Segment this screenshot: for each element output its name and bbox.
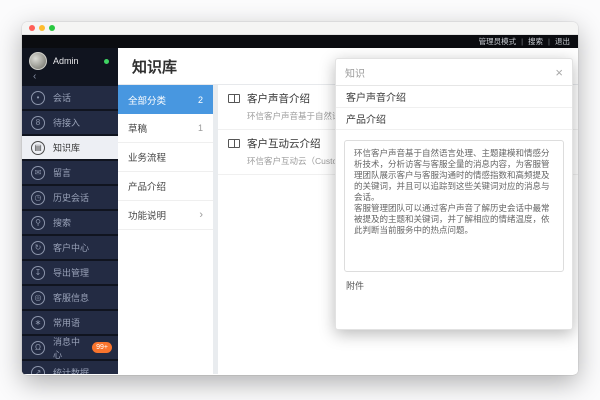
category-label: 功能说明 bbox=[128, 208, 166, 222]
statistics-trend-icon: ↗ bbox=[31, 366, 45, 375]
knowledge-book-icon: ▤ bbox=[31, 141, 45, 155]
category-feature-description[interactable]: 功能说明 › bbox=[118, 201, 213, 230]
sidebar-item-customer-center[interactable]: ↻ 客户中心 bbox=[22, 236, 118, 259]
sidebar-item-notification-center[interactable]: Ω 消息中心 99+ bbox=[22, 336, 118, 359]
category-product-intro[interactable]: 产品介绍 bbox=[118, 172, 213, 201]
sidebar-item-export-management[interactable]: ↧ 导出管理 bbox=[22, 261, 118, 284]
message-mail-icon: ✉ bbox=[31, 166, 45, 180]
sidebar-item-search[interactable]: ⚲ 搜索 bbox=[22, 211, 118, 234]
zoom-window-button[interactable] bbox=[49, 25, 55, 31]
category-column: 全部分类 2 草稿 1 业务流程 产品介绍 bbox=[118, 85, 213, 374]
profile-section: Admin ‹ bbox=[22, 48, 118, 84]
book-icon bbox=[228, 94, 240, 103]
search-link[interactable]: 搜索 bbox=[528, 36, 543, 47]
modal-result-customer-voice[interactable]: 客户声音介绍 bbox=[336, 86, 572, 108]
article-paragraph: 环信客户声音基于自然语言处理、主题建模和情感分析技术，分析访客与客服全量的消息内… bbox=[354, 148, 554, 203]
queue-person-icon: 8 bbox=[31, 116, 45, 130]
online-status-dot bbox=[104, 59, 109, 64]
notification-bell-icon: Ω bbox=[31, 341, 45, 355]
sidebar-item-label: 搜索 bbox=[53, 216, 71, 229]
sidebar-item-statistics[interactable]: ↗ 统计数据 bbox=[22, 361, 118, 374]
knowledge-search-modal: × 客户声音介绍 产品介绍 环信客户声音基于自然语言处理、主题建模和情感分析技术… bbox=[335, 58, 573, 330]
category-drafts[interactable]: 草稿 1 bbox=[118, 114, 213, 143]
username-label: Admin bbox=[53, 56, 79, 66]
export-download-icon: ↧ bbox=[31, 266, 45, 280]
topbar-separator: | bbox=[548, 37, 550, 46]
category-count: 2 bbox=[198, 95, 203, 105]
sidebar-item-label: 知识库 bbox=[53, 141, 80, 154]
sidebar-item-quick-replies[interactable]: ∗ 常用语 bbox=[22, 311, 118, 334]
chevron-right-icon: › bbox=[199, 210, 203, 221]
sidebar-item-label: 统计数据 bbox=[53, 366, 89, 374]
sidebar: Admin ‹ • 会话 8 待接入 ▤ bbox=[22, 48, 118, 374]
category-label: 产品介绍 bbox=[128, 179, 166, 193]
sidebar-item-label: 待接入 bbox=[53, 116, 80, 129]
article-body-box: 环信客户声音基于自然语言处理、主题建模和情感分析技术，分析访客与客服全量的消息内… bbox=[344, 140, 564, 272]
close-window-button[interactable] bbox=[29, 25, 35, 31]
app-window: 管理员模式 | 搜索 | 退出 Admin ‹ • bbox=[22, 22, 578, 375]
customer-center-icon: ↻ bbox=[31, 241, 45, 255]
sidebar-item-sessions[interactable]: • 会话 bbox=[22, 86, 118, 109]
attachment-label: 附件 bbox=[346, 279, 572, 292]
minimize-window-button[interactable] bbox=[39, 25, 45, 31]
desktop-background: 管理员模式 | 搜索 | 退出 Admin ‹ • bbox=[0, 0, 600, 400]
sidebar-item-label: 会话 bbox=[53, 91, 71, 104]
sidebar-item-agent-info[interactable]: ◎ 客服信息 bbox=[22, 286, 118, 309]
sidebar-item-queue[interactable]: 8 待接入 bbox=[22, 111, 118, 134]
modal-result-product-intro[interactable]: 产品介绍 bbox=[336, 108, 572, 130]
result-label: 产品介绍 bbox=[346, 111, 386, 126]
quick-reply-asterisk-icon: ∗ bbox=[31, 316, 45, 330]
sidebar-item-label: 常用语 bbox=[53, 316, 80, 329]
result-label: 客户声音介绍 bbox=[346, 89, 406, 104]
page-title: 知识库 bbox=[132, 56, 177, 77]
category-label: 草稿 bbox=[128, 121, 147, 135]
knowledge-search-input[interactable] bbox=[345, 67, 555, 78]
sidebar-item-history-sessions[interactable]: ◷ 历史会话 bbox=[22, 186, 118, 209]
modal-header: × bbox=[336, 59, 572, 86]
search-magnifier-icon: ⚲ bbox=[31, 216, 45, 230]
sidebar-item-messages[interactable]: ✉ 留言 bbox=[22, 161, 118, 184]
unread-count-badge: 99+ bbox=[92, 342, 112, 353]
macos-titlebar bbox=[22, 22, 578, 35]
article-title: 客户声音介绍 bbox=[247, 91, 310, 106]
logout-link[interactable]: 退出 bbox=[555, 36, 570, 47]
sidebar-item-label: 客户中心 bbox=[53, 241, 89, 254]
admin-mode-link[interactable]: 管理员模式 bbox=[479, 36, 517, 47]
article-title: 客户互动云介绍 bbox=[247, 136, 321, 151]
category-label: 业务流程 bbox=[128, 150, 166, 164]
sidebar-item-knowledge-base[interactable]: ▤ 知识库 bbox=[22, 136, 118, 159]
history-clock-icon: ◷ bbox=[31, 191, 45, 205]
avatar[interactable] bbox=[29, 52, 47, 70]
topbar-separator: | bbox=[521, 37, 523, 46]
category-label: 全部分类 bbox=[128, 93, 166, 107]
sidebar-item-label: 历史会话 bbox=[53, 191, 89, 204]
app-topbar: 管理员模式 | 搜索 | 退出 bbox=[22, 35, 578, 48]
sidebar-item-label: 留言 bbox=[53, 166, 71, 179]
sidebar-item-label: 消息中心 bbox=[53, 335, 84, 361]
article-paragraph: 客服管理团队可以通过客户声音了解历史会话中最常被提及的主题和关键词，并了解相应的… bbox=[354, 203, 554, 236]
sidebar-item-label: 客服信息 bbox=[53, 291, 89, 304]
sidebar-item-label: 导出管理 bbox=[53, 266, 89, 279]
agent-info-target-icon: ◎ bbox=[31, 291, 45, 305]
sidebar-menu: • 会话 8 待接入 ▤ 知识库 ✉ 留言 bbox=[22, 84, 118, 374]
category-business-process[interactable]: 业务流程 bbox=[118, 143, 213, 172]
book-icon bbox=[228, 139, 240, 148]
sidebar-collapse-button[interactable]: ‹ bbox=[33, 72, 111, 82]
category-all[interactable]: 全部分类 2 bbox=[118, 85, 213, 114]
chat-circle-icon: • bbox=[31, 91, 45, 105]
category-count: 1 bbox=[198, 123, 203, 133]
close-icon[interactable]: × bbox=[555, 66, 563, 79]
